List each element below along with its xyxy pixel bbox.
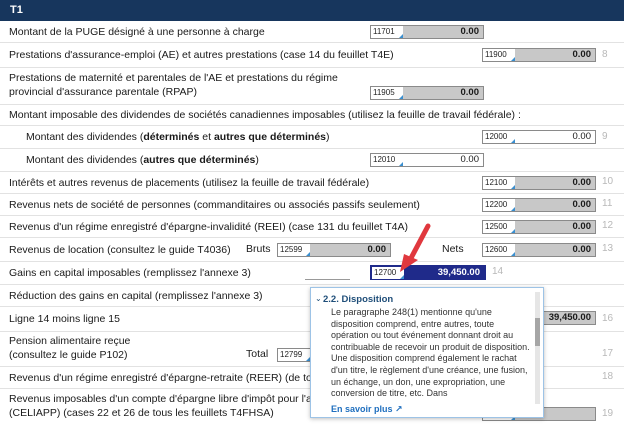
field-value: 0.00 — [310, 244, 390, 256]
line-number: 8 — [602, 49, 608, 60]
row-rental: Revenus de location (consultez le guide … — [0, 238, 624, 262]
line-number: 11 — [602, 198, 613, 209]
line-code: 12000 — [483, 131, 517, 143]
row-ae: Prestations d'assurance-emploi (AE) et a… — [0, 43, 624, 68]
row-label: Montant des dividendes (autres que déter… — [26, 154, 259, 166]
line-code: 12100 — [483, 177, 517, 189]
row-label-2: provincial d'assurance parentale (RPAP) — [9, 86, 197, 98]
external-link-icon: ↗ — [395, 404, 403, 414]
row-label-1: Pension alimentaire reçue — [9, 335, 131, 347]
form-header: T1 — [0, 0, 624, 21]
field-value: 0.00 — [403, 26, 483, 38]
row-interest: Intérêts et autres revenus de placements… — [0, 172, 624, 194]
row-partnership: Revenus nets de société de personnes (co… — [0, 194, 624, 216]
dividends-all-field[interactable]: 12000 0.00 — [482, 130, 596, 144]
row-label: Revenus d'un régime enregistré d'épargne… — [9, 221, 408, 233]
red-arrow-annotation — [400, 223, 431, 272]
field-value: 0.00 — [403, 154, 483, 166]
field-value: 0.00 — [515, 221, 595, 233]
gross-label: Bruts — [246, 243, 271, 255]
tooltip-scrollbar[interactable] — [535, 292, 540, 404]
row-rpap: Prestations de maternité et parentales d… — [0, 68, 624, 105]
line-number: 18 — [602, 371, 614, 382]
line-code: 12010 — [371, 154, 405, 166]
tooltip-scroll-thumb[interactable] — [535, 318, 540, 346]
line-number: 9 — [602, 131, 608, 142]
row-capital-gains: Gains en capital imposables (remplissez … — [0, 262, 624, 285]
field-value: 0.00 — [515, 49, 595, 61]
partnership-field[interactable]: 12200 0.00 — [482, 198, 596, 212]
rpap-field[interactable]: 11905 0.00 — [370, 86, 484, 100]
line-number: 12 — [602, 220, 614, 231]
row-label: Montant de la PUGE désigné à une personn… — [9, 26, 265, 38]
row-dividends-all: Montant des dividendes (déterminés et au… — [0, 126, 624, 149]
row-dividends-heading: Montant imposable des dividendes de soci… — [0, 105, 624, 126]
row-dividends-other: Montant des dividendes (autres que déter… — [0, 149, 624, 172]
line-number: 19 — [602, 408, 614, 419]
line-code: 11701 — [371, 26, 405, 38]
line-number: 17 — [602, 348, 614, 359]
row-label-1: Revenus imposables d'un compte d'épargne… — [9, 393, 323, 405]
total-label: Total — [246, 348, 269, 360]
tooltip-title: 2.2. Disposition — [323, 294, 394, 305]
row-label: Revenus nets de société de personnes (co… — [9, 199, 420, 211]
row-label: Montant des dividendes (déterminés et au… — [26, 131, 330, 143]
learn-more-link[interactable]: En savoir plus ↗ — [331, 404, 403, 415]
tooltip-body: Le paragraphe 248(1) mentionne qu'une di… — [331, 307, 530, 397]
field-value: 0.00 — [403, 87, 483, 99]
line-code: 12200 — [483, 199, 517, 211]
reei-field[interactable]: 12500 0.00 — [482, 220, 596, 234]
line-number: 14 — [492, 266, 504, 277]
help-tooltip: ⌄ 2.2. Disposition Le paragraphe 248(1) … — [310, 287, 544, 418]
row-label-2: (consultez le guide P102) — [9, 349, 128, 361]
line-code: 12600 — [483, 244, 517, 256]
row-label: Montant imposable des dividendes de soci… — [9, 109, 521, 121]
line-code: 11900 — [483, 49, 517, 61]
ae-field[interactable]: 11900 0.00 — [482, 48, 596, 62]
line-number: 16 — [602, 313, 614, 324]
row-label: Prestations d'assurance-emploi (AE) et a… — [9, 49, 394, 61]
puge-field[interactable]: 11701 0.00 — [370, 25, 484, 39]
blank-line — [305, 279, 350, 280]
row-label: Ligne 14 moins ligne 15 — [9, 313, 120, 325]
row-label-1: Prestations de maternité et parentales d… — [9, 72, 338, 84]
interest-field[interactable]: 12100 0.00 — [482, 176, 596, 190]
row-label: Revenus d'un régime enregistré d'épargne… — [9, 372, 329, 384]
line-number: 13 — [602, 243, 614, 254]
row-label: Revenus de location (consultez le guide … — [9, 244, 231, 256]
line-code: 12799 — [278, 349, 312, 361]
field-value: 0.00 — [515, 131, 595, 143]
dividends-other-field[interactable]: 12010 0.00 — [370, 153, 484, 167]
row-label: Gains en capital imposables (remplissez … — [9, 267, 251, 279]
row-reei: Revenus d'un régime enregistré d'épargne… — [0, 216, 624, 238]
line-code: 12500 — [483, 221, 517, 233]
field-value: 0.00 — [515, 244, 595, 256]
field-value: 0.00 — [515, 177, 595, 189]
line-code: 11905 — [371, 87, 405, 99]
row-label: Intérêts et autres revenus de placements… — [9, 177, 370, 189]
row-label-2: (CELIAPP) (cases 22 et 26 de tous les fe… — [9, 407, 274, 419]
row-puge: Montant de la PUGE désigné à une personn… — [0, 21, 624, 43]
line-number: 10 — [602, 176, 614, 187]
form-title: T1 — [10, 4, 23, 16]
field-value: 0.00 — [515, 199, 595, 211]
line-code: 12599 — [278, 244, 312, 256]
row-label: Réduction des gains en capital (rempliss… — [9, 290, 263, 302]
net-label: Nets — [442, 243, 464, 255]
rental-net-field[interactable]: 12600 0.00 — [482, 243, 596, 257]
rental-gross-field[interactable]: 12599 0.00 — [277, 243, 391, 257]
chevron-down-icon[interactable]: ⌄ — [315, 294, 322, 303]
